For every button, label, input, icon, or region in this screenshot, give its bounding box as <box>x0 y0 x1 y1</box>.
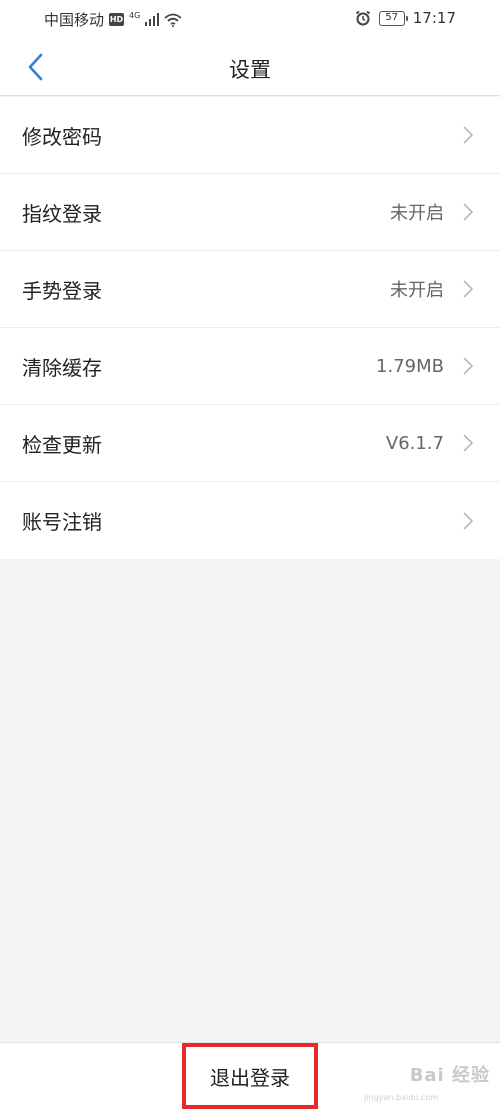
chevron-right-icon <box>462 202 474 222</box>
settings-item-check-update[interactable]: 检查更新 V6.1.7 <box>0 405 500 482</box>
settings-item-value: 未开启 <box>390 280 444 301</box>
alarm-icon <box>355 10 370 26</box>
logout-button[interactable]: 退出登录 <box>182 1043 318 1109</box>
settings-item-label: 修改密码 <box>22 124 102 149</box>
watermark-logo: Bai 经验 <box>409 1065 490 1086</box>
battery-icon: 57 <box>378 10 408 26</box>
status-left: 中国移动 HD 4G <box>44 9 182 30</box>
chevron-right-icon <box>462 125 474 145</box>
carrier-name: 中国移动 <box>44 11 105 29</box>
settings-item-clear-cache[interactable]: 清除缓存 1.79MB <box>0 328 500 405</box>
chevron-right-icon <box>462 433 474 453</box>
settings-item-delete-account[interactable]: 账号注销 <box>0 482 500 559</box>
settings-item-value: V6.1.7 <box>385 432 444 454</box>
settings-item-fingerprint-login[interactable]: 指纹登录 未开启 <box>0 174 500 251</box>
signal-icon <box>145 13 160 26</box>
chevron-right-icon <box>462 511 474 531</box>
settings-item-gesture-login[interactable]: 手势登录 未开启 <box>0 251 500 328</box>
status-right: 57 17:17 <box>355 9 456 27</box>
settings-item-value: 1.79MB <box>376 355 444 377</box>
hd-icon: HD <box>109 13 125 26</box>
chevron-right-icon <box>462 279 474 299</box>
chevron-right-icon <box>462 356 474 376</box>
settings-item-change-password[interactable]: 修改密码 <box>0 97 500 174</box>
settings-item-label: 检查更新 <box>22 432 102 457</box>
status-bar: 中国移动 HD 4G 57 17:17 <box>0 0 500 38</box>
nav-bar: 设置 <box>0 38 500 96</box>
settings-item-label: 账号注销 <box>22 510 102 534</box>
bottom-bar: 退出登录 Bai 经验 jingyan.baidu.com <box>0 1042 500 1111</box>
status-time: 17:17 <box>412 9 456 27</box>
settings-item-value: 未开启 <box>390 203 444 224</box>
watermark-url: jingyan.baidu.com <box>364 1093 438 1102</box>
settings-item-label: 指纹登录 <box>22 201 102 226</box>
settings-list: 修改密码 指纹登录 未开启 手势登录 未开启 清除缓存 1.79MB 检查更新 … <box>0 97 500 559</box>
wifi-icon <box>164 13 182 27</box>
network-type: 4G <box>129 11 141 20</box>
page-title: 设置 <box>229 58 271 82</box>
settings-item-label: 手势登录 <box>22 278 102 303</box>
settings-item-label: 清除缓存 <box>22 355 102 380</box>
